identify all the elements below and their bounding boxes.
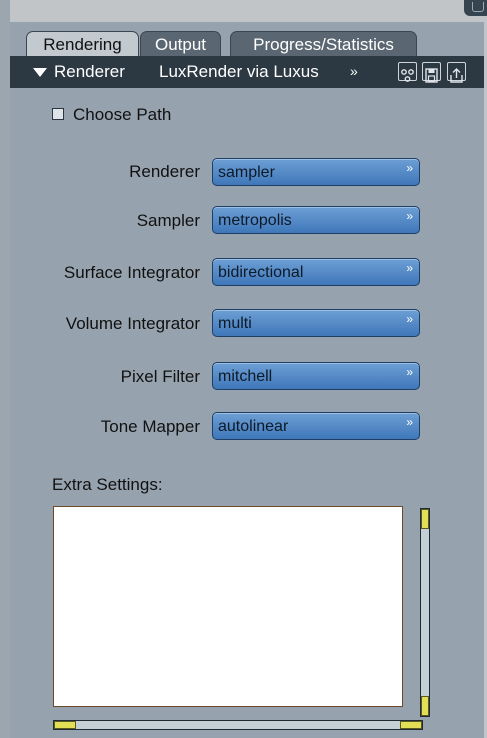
window-top-band [10,0,487,22]
choose-path-checkbox[interactable] [52,108,64,120]
tone-mapper-select[interactable]: autolinear » [212,412,420,440]
collapse-triangle-icon[interactable] [33,68,47,77]
surface-integrator-label: Surface Integrator [63,263,200,282]
render-settings-panel: Rendering Output Progress/Statistics Ren… [10,22,484,738]
chevron-down-icon: » [406,415,413,429]
extra-settings-label: Extra Settings: [52,475,163,494]
choose-path-label: Choose Path [73,105,172,124]
renderer-label: Renderer [129,162,200,181]
volume-integrator-label: Volume Integrator [65,314,200,333]
extra-settings-textarea[interactable] [53,506,403,707]
tone-mapper-label: Tone Mapper [100,417,200,436]
volume-integrator-select[interactable]: multi » [212,309,420,337]
pixel-filter-select-value: mitchell [218,368,273,385]
sampler-select-value: metropolis [218,212,292,229]
tab-output[interactable]: Output [140,31,221,56]
vertical-scrollbar[interactable] [420,508,430,717]
chevron-down-icon: » [406,161,413,175]
surface-integrator-select[interactable]: bidirectional » [212,258,420,286]
scroll-down-handle[interactable] [421,696,429,716]
horizontal-scrollbar[interactable] [53,720,423,730]
renderer-section-header[interactable]: Renderer LuxRender via Luxus » [10,56,484,88]
scroll-up-handle[interactable] [421,509,429,529]
save-icon[interactable] [422,62,441,83]
tab-rendering[interactable]: Rendering [26,31,139,56]
tone-mapper-select-value: autolinear [218,418,289,435]
surface-integrator-select-value: bidirectional [218,264,304,281]
renderer-engine-select[interactable]: LuxRender via Luxus [159,56,319,88]
chevron-down-icon: » [406,312,413,326]
section-title: Renderer [54,62,125,81]
sampler-select[interactable]: metropolis » [212,206,420,234]
pixel-filter-label: Pixel Filter [120,367,200,386]
window-corner-button[interactable] [464,0,487,16]
chevron-down-icon: » [406,261,413,275]
scroll-right-handle[interactable] [400,721,422,729]
renderer-select-value: sampler [218,164,275,181]
settings-tree-icon[interactable] [398,62,417,82]
corner-menu-icon [472,2,484,12]
chevron-down-icon: » [406,365,413,379]
chevron-down-icon[interactable]: » [350,55,358,87]
tab-progress-statistics[interactable]: Progress/Statistics [230,31,417,56]
volume-integrator-select-value: multi [218,315,252,332]
export-icon[interactable] [447,62,466,83]
pixel-filter-select[interactable]: mitchell » [212,362,420,390]
scroll-left-handle[interactable] [54,721,76,729]
sampler-label: Sampler [136,211,200,230]
chevron-down-icon: » [406,209,413,223]
renderer-select[interactable]: sampler » [212,158,420,186]
outer-frame-left [0,0,10,738]
